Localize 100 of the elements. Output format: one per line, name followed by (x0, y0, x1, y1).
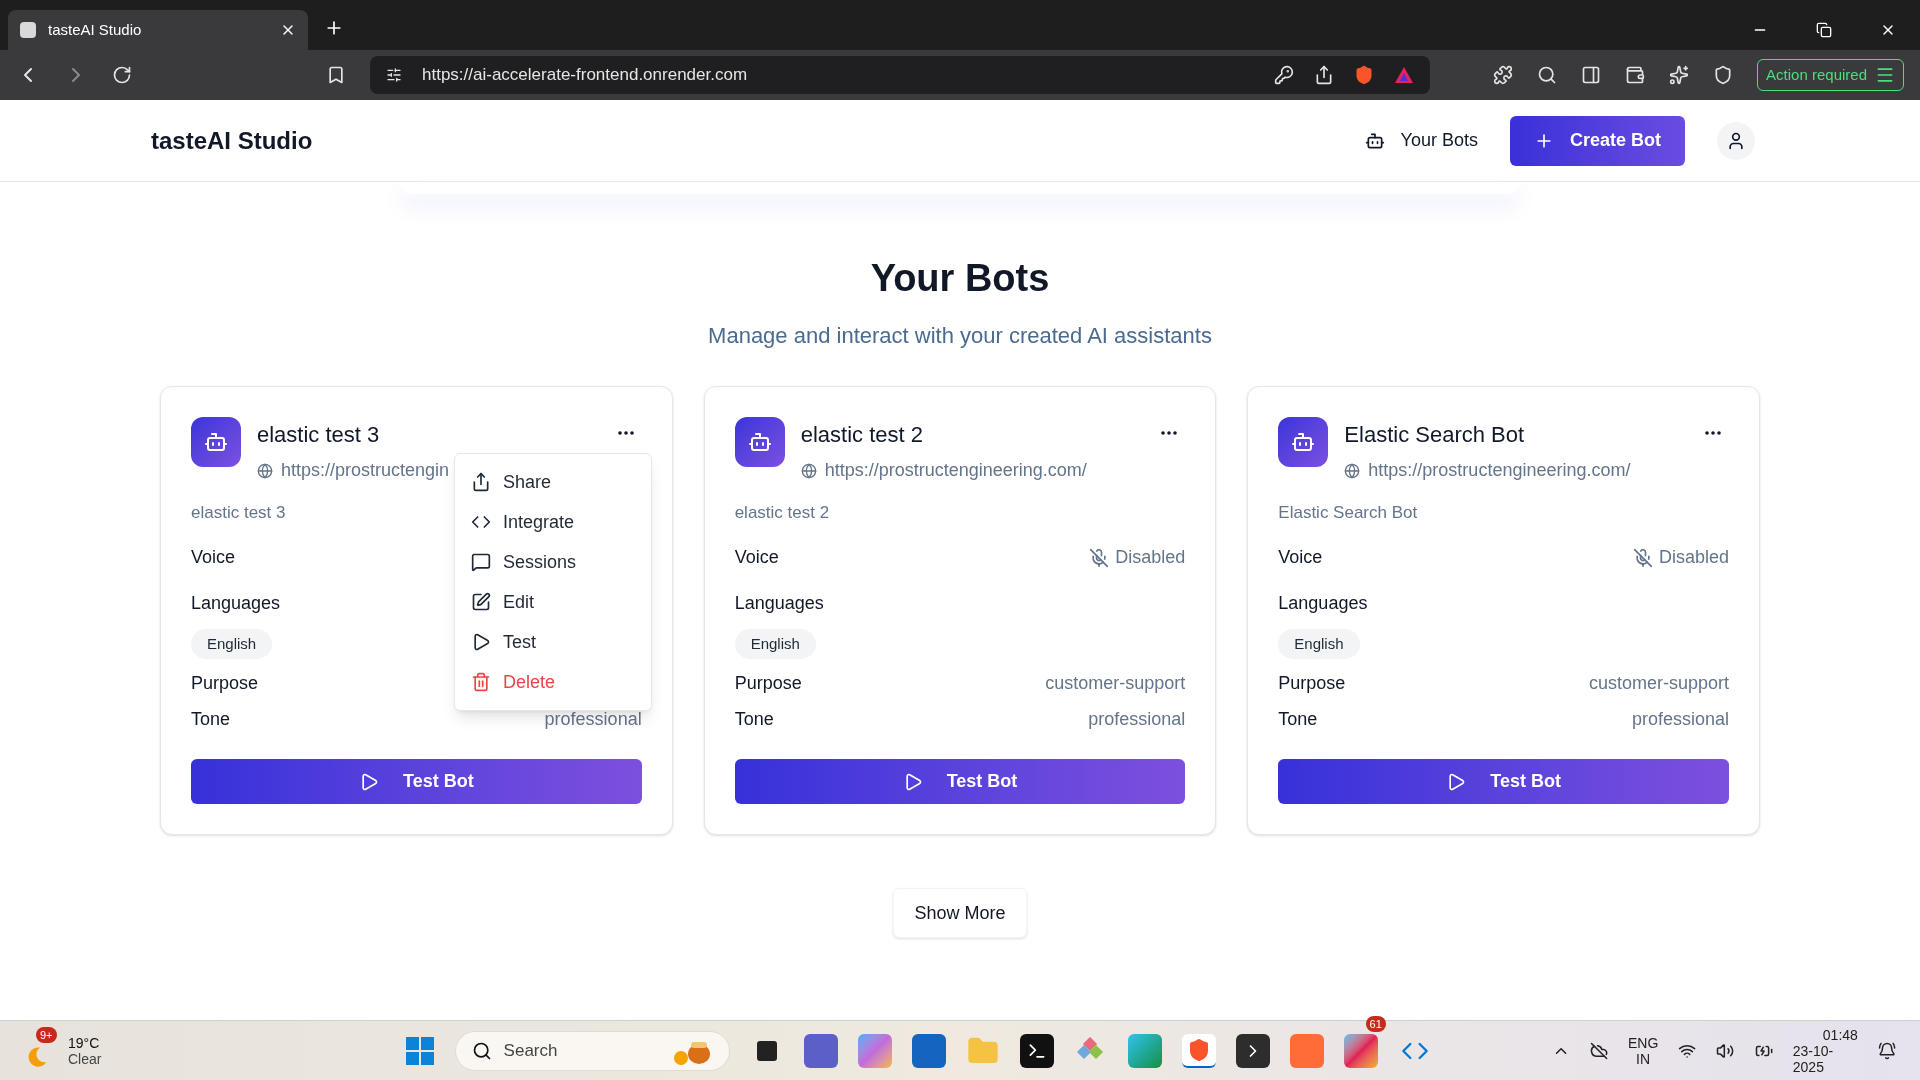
test-bot-button[interactable]: Test Bot (734, 759, 1186, 804)
field-label: Languages (734, 592, 824, 613)
sparkle-icon[interactable] (1669, 65, 1690, 85)
globe-icon (257, 462, 273, 479)
field-label: Purpose (734, 671, 802, 695)
address-bar[interactable]: https://ai-accelerate-frontend.onrender.com (370, 56, 1430, 94)
field-value: professional (1631, 707, 1729, 731)
show-more-button[interactable]: Show More (893, 888, 1027, 938)
site-settings-icon[interactable] (386, 67, 402, 83)
edit-icon (471, 592, 491, 612)
field-label: Purpose (1278, 671, 1346, 695)
bot-url: https://prostructengineering.com/ (824, 459, 1087, 482)
reload-icon[interactable] (112, 65, 132, 85)
more-icon (617, 431, 634, 435)
page-title: Your Bots (870, 256, 1050, 301)
triangle-icon[interactable] (1394, 66, 1414, 84)
shield-icon[interactable] (1713, 65, 1734, 85)
bot-avatar-icon (1278, 417, 1329, 467)
field-label: Languages (191, 592, 281, 613)
taskbar-search-field[interactable]: Search (454, 1030, 730, 1071)
sidebar-icon[interactable] (1581, 65, 1602, 85)
field-label: Languages (1278, 592, 1368, 613)
lion-shield-icon[interactable] (1354, 65, 1374, 85)
trash-icon (471, 672, 491, 692)
more-icon (1161, 431, 1178, 435)
bookmark-icon[interactable] (326, 65, 346, 85)
language-tag: English (1278, 628, 1360, 659)
voice-status: Disabled (1115, 546, 1186, 569)
menu-item[interactable]: Edit (455, 582, 651, 622)
restore-icon[interactable] (1816, 22, 1832, 38)
bot-url: https://prostructengineering.com/ (1368, 459, 1631, 482)
menu-item[interactable]: Share (455, 462, 651, 502)
field-label: Tone (1278, 707, 1318, 731)
clock-time[interactable]: 01:48 (1822, 1026, 1858, 1043)
play-icon (1446, 771, 1467, 792)
region-code[interactable]: IN (1636, 1050, 1651, 1067)
brand-title: tasteAI Studio (151, 125, 313, 156)
language-code[interactable]: ENG (1627, 1034, 1659, 1051)
field-label: Tone (191, 707, 231, 731)
bot-description: elastic test 3 (191, 502, 286, 524)
nav-link[interactable]: Your Bots (1364, 127, 1478, 154)
weather-condition: Clear (68, 1050, 102, 1067)
tab-title: tasteAI Studio (48, 19, 143, 40)
more-icon (1705, 431, 1721, 435)
field-label: Tone (734, 707, 774, 731)
create-bot-button[interactable]: Create Bot (1509, 115, 1685, 166)
search-icon[interactable] (1537, 65, 1558, 85)
extensions-icon[interactable] (1493, 65, 1514, 85)
menu-item[interactable]: Sessions (455, 542, 651, 582)
voice-status: Disabled (1658, 546, 1729, 569)
test-bot-button[interactable]: Test Bot (1278, 759, 1729, 804)
clock-date[interactable]: 23-10-2025 (1792, 1042, 1858, 1075)
temperature: 19°C (68, 1034, 101, 1051)
chat-bubble-icon (471, 552, 491, 572)
share-icon[interactable] (1314, 65, 1334, 85)
mic-off-icon (1089, 547, 1110, 568)
menu-item[interactable]: Delete (455, 662, 651, 702)
browser-tab[interactable]: tasteAI Studio (8, 10, 308, 50)
bot-name: elastic test 2 (800, 421, 924, 449)
bot-avatar-icon (191, 417, 241, 467)
key-icon[interactable] (1274, 65, 1294, 85)
field-label: Voice (734, 546, 779, 569)
search-icon (471, 1040, 492, 1061)
terminal-icon[interactable] (1019, 1033, 1054, 1068)
field-value: customer-support (1588, 671, 1729, 695)
field-value: customer-support (1045, 671, 1186, 695)
cloud-off-icon[interactable] (1589, 1040, 1608, 1061)
language-tag: English (191, 628, 273, 659)
bot-avatar-icon (734, 417, 785, 467)
play-icon (471, 632, 491, 652)
wallet-icon[interactable] (1625, 65, 1646, 85)
bot-url: https://prostructengin (281, 459, 450, 482)
windows-start-icon[interactable] (404, 1035, 435, 1066)
share-icon (471, 472, 491, 492)
notification-bell-icon[interactable] (1877, 1040, 1897, 1061)
page-subtitle: Manage and interact with your created AI assistants (708, 322, 1212, 350)
notification-badge: 61 (1365, 1015, 1386, 1032)
mic-off-icon (1632, 547, 1653, 568)
bot-description: elastic test 2 (734, 502, 830, 524)
field-label: Voice (191, 546, 236, 569)
notification-badge: 9+ (36, 1026, 57, 1043)
language-tag: English (734, 628, 816, 659)
test-bot-button[interactable]: Test Bot (191, 759, 642, 804)
action-required-button[interactable]: Action required (1757, 59, 1904, 91)
field-value: professional (544, 707, 642, 731)
globe-icon (800, 462, 817, 479)
favicon-icon (20, 22, 36, 38)
field-label: Voice (1278, 546, 1323, 569)
search-placeholder: Search (503, 1039, 559, 1062)
field-value: professional (1088, 707, 1186, 731)
menu-icon (1875, 65, 1895, 85)
terminal-icon[interactable] (1235, 1033, 1270, 1068)
field-label: Purpose (191, 671, 259, 695)
bot-name: Elastic Search Bot (1344, 421, 1526, 449)
globe-icon (1344, 462, 1361, 479)
menu-item[interactable]: Test (455, 622, 651, 662)
user-avatar-icon[interactable] (1717, 121, 1755, 160)
url-text: https://ai-accelerate-frontend.onrender.com (422, 64, 749, 87)
bot-name: elastic test 3 (257, 421, 381, 449)
menu-item[interactable]: Integrate (455, 502, 651, 542)
